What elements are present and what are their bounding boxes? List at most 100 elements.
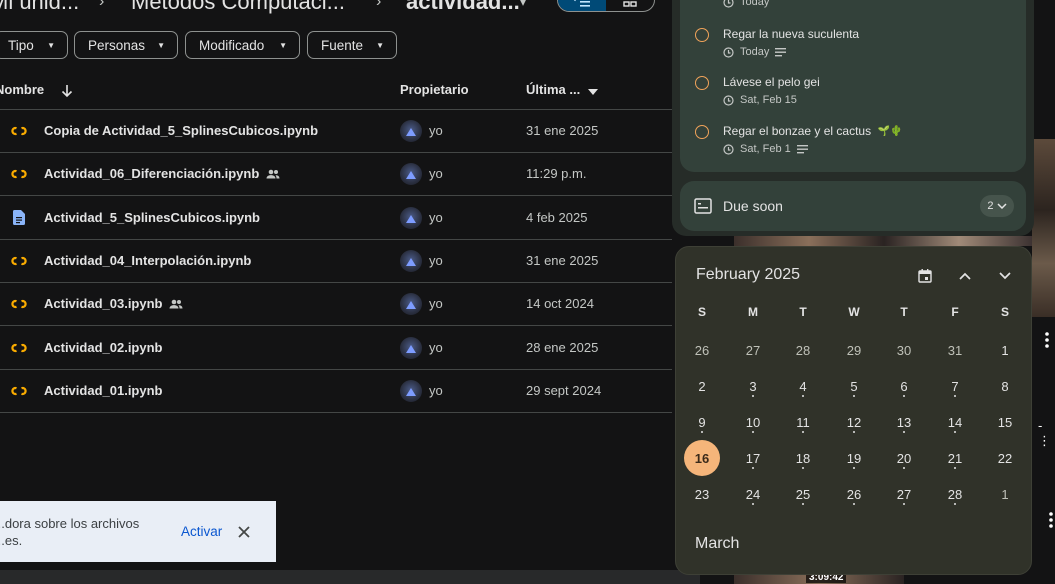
previous-month-button[interactable] (954, 265, 976, 287)
file-row[interactable]: Actividad_04_Interpolación.ipynb yo 31 ene… (0, 240, 672, 283)
activate-button[interactable]: Activar (181, 524, 222, 539)
file-name[interactable]: Copia de Actividad_5_SplinesCubicos.ipyn… (44, 123, 318, 138)
more-vert-icon[interactable]: - ⋮ (1038, 418, 1055, 449)
column-header-modified-label: Última ... (526, 82, 581, 97)
grid-view-button[interactable] (606, 0, 654, 11)
calendar-day[interactable]: 9 (684, 404, 720, 440)
caret-down-icon[interactable] (588, 89, 598, 95)
calendar-day[interactable]: 26 (836, 476, 872, 512)
column-header-owner[interactable]: Propietario (400, 82, 469, 97)
task-title: Regar el bonzae y el cactus (723, 124, 872, 138)
calendar-day[interactable]: 8 (987, 368, 1023, 404)
file-row[interactable]: Actividad_02.ipynb yo 28 ene 2025 (0, 327, 672, 370)
file-row[interactable]: Actividad_03.ipynb yo 14 oct 2024 (0, 283, 672, 327)
breadcrumb-item-course[interactable]: Metodos Computaci... (131, 0, 345, 15)
colab-icon (10, 340, 28, 356)
event-dot (802, 467, 804, 469)
caret-down-icon[interactable]: ▾ (520, 0, 526, 9)
list-view-button[interactable] (558, 0, 606, 11)
next-month-button[interactable] (994, 265, 1016, 287)
calendar-day[interactable]: 1 (987, 476, 1023, 512)
breadcrumb-item-root[interactable]: Mi unid... (0, 0, 79, 15)
calendar-day[interactable]: 25 (785, 476, 821, 512)
close-icon[interactable] (236, 524, 252, 540)
filter-people[interactable]: Personas ▼ (74, 31, 178, 59)
calendar-day[interactable]: 15 (987, 404, 1023, 440)
file-name[interactable]: Actividad_06_Diferenciación.ipynb (44, 166, 280, 181)
task-title[interactable]: Lávese el pelo gei (723, 75, 820, 89)
file-owner: yo (429, 296, 443, 312)
file-name[interactable]: Actividad_02.ipynb (44, 340, 162, 355)
grid-icon (623, 1, 637, 7)
calendar-day[interactable]: 19 (836, 440, 872, 476)
task-checkbox[interactable] (695, 76, 709, 90)
calendar-day[interactable]: 24 (735, 476, 771, 512)
calendar-day[interactable]: 18 (785, 440, 821, 476)
calendar-day[interactable]: 12 (836, 404, 872, 440)
due-soon-section[interactable]: Due soon 2 (680, 181, 1026, 231)
calendar-day[interactable]: 30 (886, 332, 922, 368)
file-row[interactable]: Actividad_01.ipynb yo 29 sept 2024 (0, 370, 672, 413)
sort-arrow-down-icon[interactable] (61, 84, 73, 98)
task-title[interactable]: Regar la nueva suculenta (723, 27, 859, 41)
file-name[interactable]: Actividad_5_SplinesCubicos.ipynb (44, 210, 260, 225)
calendar-day-number: 19 (846, 450, 862, 466)
video-thumbnail[interactable] (1032, 139, 1055, 317)
file-row[interactable]: Copia de Actividad_5_SplinesCubicos.ipyn… (0, 110, 672, 153)
calendar-day[interactable]: 29 (836, 332, 872, 368)
calendar-day[interactable]: 5 (836, 368, 872, 404)
filter-modified[interactable]: Modificado ▼ (185, 31, 300, 59)
calendar-day-selected[interactable]: 16 (684, 440, 720, 476)
calendar-day[interactable]: 22 (987, 440, 1023, 476)
calendar-day[interactable]: 6 (886, 368, 922, 404)
filter-label: Modificado (199, 37, 265, 53)
task-title-row[interactable]: Regar el bonzae y el cactus 🌱🌵 (723, 124, 903, 138)
calendar-day[interactable]: 26 (684, 332, 720, 368)
due-soon-count[interactable]: 2 (980, 195, 1014, 217)
file-name[interactable]: Actividad_04_Interpolación.ipynb (44, 253, 251, 268)
column-header-modified[interactable]: Última ... (526, 82, 580, 97)
calendar-day[interactable]: 27 (886, 476, 922, 512)
file-row[interactable]: Actividad_06_Diferenciación.ipynb yo 11:29… (0, 153, 672, 197)
weekday-label: S (697, 305, 706, 319)
breadcrumb-item-current[interactable]: actividad... (406, 0, 520, 15)
file-name-text: Actividad_5_SplinesCubicos.ipynb (44, 209, 260, 225)
colab-icon (10, 123, 28, 139)
calendar-day[interactable]: 3 (735, 368, 771, 404)
calendar-day[interactable]: 7 (937, 368, 973, 404)
filter-source[interactable]: Fuente ▼ (307, 31, 397, 59)
task-checkbox[interactable] (695, 28, 709, 42)
calendar-day[interactable]: 1 (987, 332, 1023, 368)
calendar-day[interactable]: 14 (937, 404, 973, 440)
calendar-day[interactable]: 27 (735, 332, 771, 368)
calendar-day[interactable]: 31 (937, 332, 973, 368)
file-name[interactable]: Actividad_01.ipynb (44, 383, 162, 398)
video-thumbnail[interactable] (734, 236, 1034, 246)
calendar-day[interactable]: 13 (886, 404, 922, 440)
calendar-day[interactable]: 2 (684, 368, 720, 404)
calendar-day[interactable]: 4 (785, 368, 821, 404)
calendar-day[interactable]: 21 (937, 440, 973, 476)
calendar-day[interactable]: 10 (735, 404, 771, 440)
calendar-day[interactable]: 20 (886, 440, 922, 476)
calendar-day[interactable]: 17 (735, 440, 771, 476)
more-vert-icon[interactable] (1044, 510, 1055, 530)
calendar-day[interactable]: 11 (785, 404, 821, 440)
column-header-name[interactable]: Nombre (0, 82, 44, 97)
calendar-day[interactable]: 28 (937, 476, 973, 512)
filter-type[interactable]: Tipo ▼ (0, 31, 68, 59)
task-meta: Sat, Feb 15 (723, 94, 797, 106)
event-dot (903, 467, 905, 469)
file-owner: yo (429, 382, 443, 398)
file-owner: yo (429, 123, 443, 138)
file-name-text: Actividad_02.ipynb (44, 339, 163, 355)
task-checkbox[interactable] (695, 125, 709, 139)
today-button[interactable] (914, 265, 936, 287)
file-row[interactable]: Actividad_5_SplinesCubicos.ipynb yo 4 feb … (0, 197, 672, 240)
file-name[interactable]: Actividad_03.ipynb (44, 296, 183, 311)
calendar-day[interactable]: 23 (684, 476, 720, 512)
file-owner: yo (429, 209, 443, 225)
calendar-day-number: 26 (694, 342, 710, 358)
more-vert-icon[interactable] (1040, 330, 1054, 350)
calendar-day[interactable]: 28 (785, 332, 821, 368)
